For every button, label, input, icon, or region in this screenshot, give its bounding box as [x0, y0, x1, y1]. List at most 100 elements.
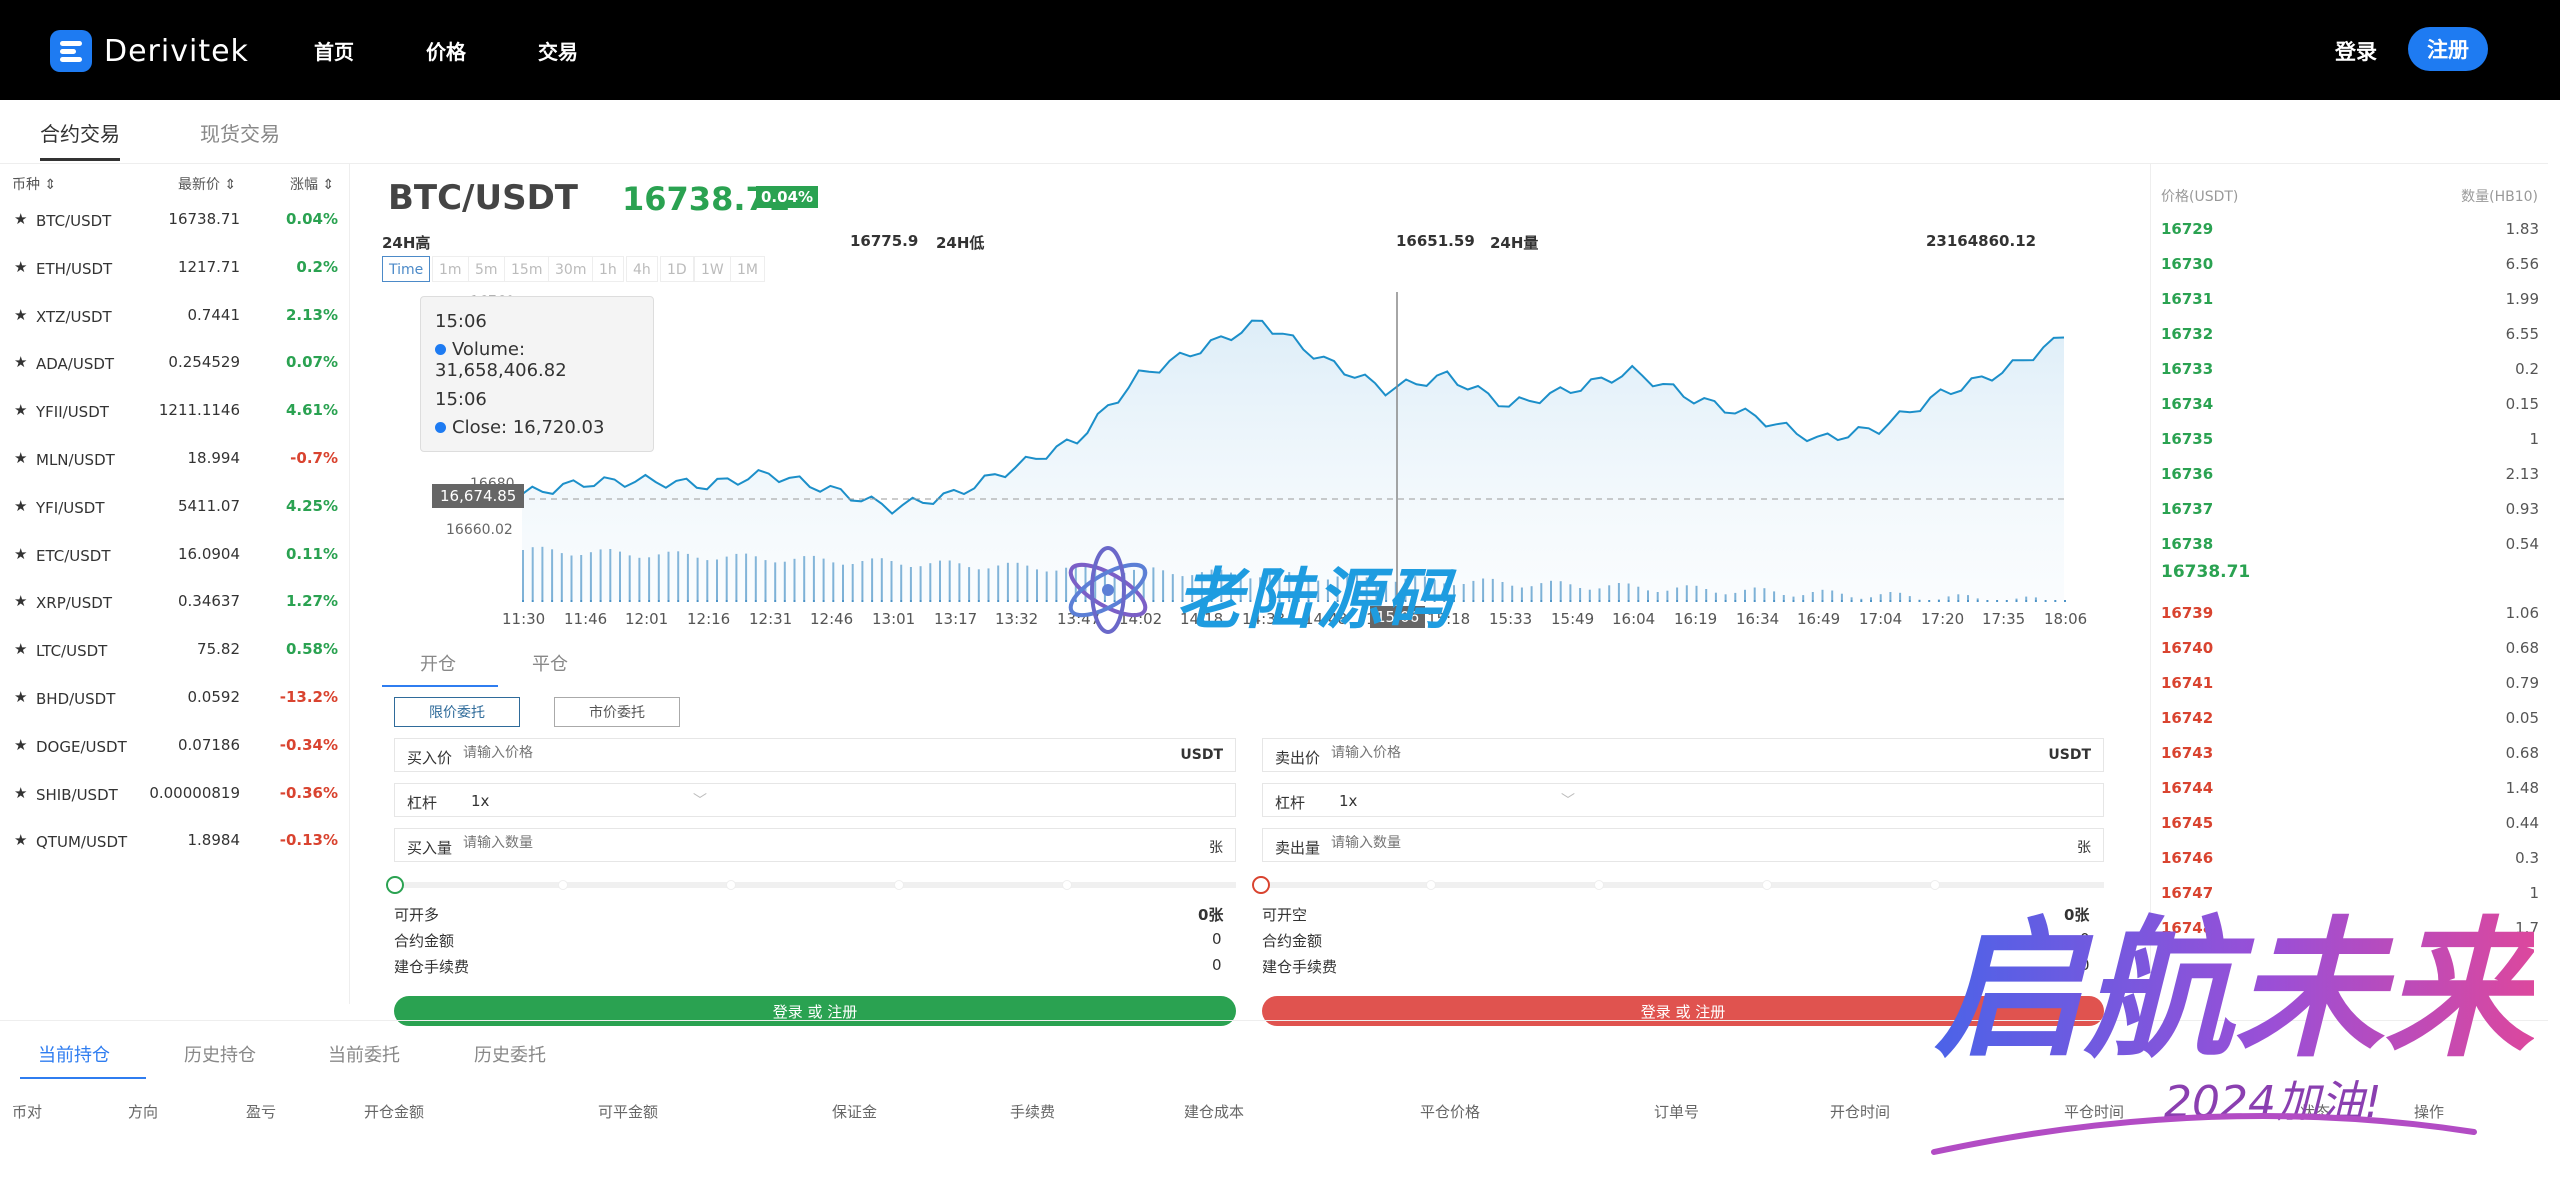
market-row[interactable]: ★ DOGE/USDT 0.07186 -0.34% [0, 722, 350, 770]
ob-price: 16738 [2161, 535, 2214, 553]
positions-tab[interactable]: 当前委托 [328, 1041, 400, 1067]
ob-qty: 1.83 [2505, 220, 2539, 238]
slider-tick [558, 880, 568, 890]
sell-qty-input[interactable] [1331, 835, 1631, 851]
coin-price: 0.0592 [187, 688, 241, 706]
tab-open[interactable]: 开仓 [420, 650, 456, 676]
volume-bar [2005, 600, 2008, 602]
coin-name: QTUM/USDT [36, 833, 128, 852]
volume-bar [1986, 600, 1989, 602]
volume-bar [2064, 600, 2066, 602]
ob-qty: 6.55 [2505, 325, 2539, 343]
current-price-tag: 16,674.85 [432, 484, 525, 508]
svg-text:启航未来: 启航未来 [1934, 902, 2534, 1078]
ob-col-price: 价格(USDT) [2161, 189, 2239, 205]
sell-price-input[interactable] [1331, 745, 1631, 761]
positions-tab[interactable]: 历史委托 [474, 1041, 546, 1067]
chart-tooltip: 15:06 Volume: 31,658,406.82 15:06 Close:… [420, 296, 654, 452]
coin-name: LTC/USDT [36, 642, 108, 661]
buy-fee-label: 建仓手续费 [394, 958, 470, 976]
positions-column-header: 保证金 [832, 1103, 878, 1121]
ob-qty: 0.44 [2505, 814, 2539, 832]
limit-order-button[interactable]: 限价委托 [394, 697, 520, 727]
ob-price: 16742 [2161, 709, 2214, 727]
ob-price: 16735 [2161, 430, 2214, 448]
ob-price: 16743 [2161, 744, 2214, 762]
y-axis-label: 16660.02 [446, 522, 513, 538]
x-axis-label: 16:49 [1797, 610, 1841, 628]
volume-bar [2044, 600, 2047, 602]
sell-slider-handle[interactable] [1252, 876, 1270, 894]
star-icon[interactable]: ★ [14, 831, 27, 849]
x-axis-label: 13:32 [995, 610, 1039, 628]
ob-qty: 0.15 [2505, 395, 2539, 413]
ob-qty: 0.93 [2505, 500, 2539, 518]
volume-bar [2054, 600, 2057, 602]
buy-price-input[interactable] [463, 745, 763, 761]
orderbook-row[interactable]: 16731 1.99 [2151, 282, 2549, 317]
orderbook-row[interactable]: 16738 0.54 [2151, 527, 2549, 562]
market-row[interactable]: ★ SHIB/USDT 0.00000819 -0.36% [0, 770, 350, 818]
orderbook-row[interactable]: 16730 6.56 [2151, 247, 2549, 282]
market-row[interactable]: ★ BHD/USDT 0.0592 -13.2% [0, 674, 350, 722]
watermark-center: 老陆源码 [1058, 540, 1498, 640]
x-axis-label: 16:34 [1736, 610, 1780, 628]
orderbook-row[interactable]: 16732 6.55 [2151, 317, 2549, 352]
positions-column-header: 可平金额 [598, 1103, 659, 1121]
market-row[interactable]: ★ QTUM/USDT 1.8984 -0.13% [0, 817, 350, 865]
buy-price-field[interactable]: 买入价 USDT [394, 738, 1236, 772]
orderbook-row[interactable]: 16734 0.15 [2151, 387, 2549, 422]
orderbook-row[interactable]: 16742 0.05 [2151, 701, 2549, 736]
ob-price: 16731 [2161, 290, 2214, 308]
orderbook-row[interactable]: 16736 2.13 [2151, 457, 2549, 492]
orderbook-row[interactable]: 16740 0.68 [2151, 631, 2549, 666]
ob-qty: 1.06 [2505, 604, 2539, 622]
positions-column-header: 开仓金额 [364, 1103, 425, 1121]
volume-bar [1928, 600, 1931, 602]
ob-col-qty: 数量(HB10) [2461, 189, 2538, 205]
coin-change: 0.58% [285, 640, 338, 659]
positions-column-header: 币对 [12, 1103, 43, 1121]
ob-price: 16730 [2161, 255, 2214, 273]
star-icon[interactable]: ★ [14, 736, 27, 754]
positions-tab[interactable]: 当前持仓 [38, 1041, 110, 1067]
buy-qty-input[interactable] [463, 835, 763, 851]
star-icon[interactable]: ★ [14, 784, 27, 802]
coin-change: -13.2% [279, 688, 338, 706]
coin-change: -0.34% [279, 735, 338, 754]
sell-fee-label: 建仓手续费 [1262, 958, 1338, 976]
ob-qty: 1.48 [2505, 779, 2539, 797]
buy-slider-handle[interactable] [386, 876, 404, 894]
orderbook-row[interactable]: 16741 0.79 [2151, 666, 2549, 701]
market-order-button[interactable]: 市价委托 [554, 697, 680, 727]
x-axis-label: 15:49 [1551, 610, 1595, 628]
orderbook-row[interactable]: 16737 0.93 [2151, 492, 2549, 527]
buy-slider[interactable] [394, 882, 1236, 888]
buy-leverage-select[interactable]: 杠杆 1x ﹀ [394, 783, 1236, 817]
star-icon[interactable]: ★ [14, 640, 27, 658]
tab-close[interactable]: 平仓 [532, 650, 568, 676]
sell-leverage-select[interactable]: 杠杆 1x ﹀ [1262, 783, 2104, 817]
buy-leverage-value: 1x [471, 792, 490, 810]
ob-price: 16732 [2161, 325, 2214, 343]
orderbook-row[interactable]: 16743 0.68 [2151, 736, 2549, 771]
star-icon[interactable]: ★ [14, 688, 27, 706]
positions-column-header: 盈亏 [246, 1103, 277, 1121]
orderbook-row[interactable]: 16739 1.06 [2151, 596, 2549, 631]
atom-logo-icon [1068, 546, 1148, 634]
orderbook-row[interactable]: 16729 1.83 [2151, 212, 2549, 247]
orderbook-row[interactable]: 16733 0.2 [2151, 352, 2549, 387]
sell-avail-label: 可开空 [1262, 906, 1308, 924]
positions-tab-underline [20, 1077, 146, 1079]
slider-tick [1062, 880, 1072, 890]
sell-price-field[interactable]: 卖出价 USDT [1262, 738, 2104, 772]
orderbook-row[interactable]: 16735 1 [2151, 422, 2549, 457]
positions-tab[interactable]: 历史持仓 [184, 1041, 256, 1067]
buy-qty-field[interactable]: 买入量 张 [394, 828, 1236, 862]
x-axis-label: 16:04 [1612, 610, 1656, 628]
tooltip-close: Close: 16,720.03 [435, 417, 604, 438]
orderbook-row[interactable]: 16744 1.48 [2151, 771, 2549, 806]
positions-column-header: 方向 [128, 1103, 159, 1121]
sell-leverage-value: 1x [1339, 792, 1358, 810]
ob-qty: 0.68 [2505, 744, 2539, 762]
